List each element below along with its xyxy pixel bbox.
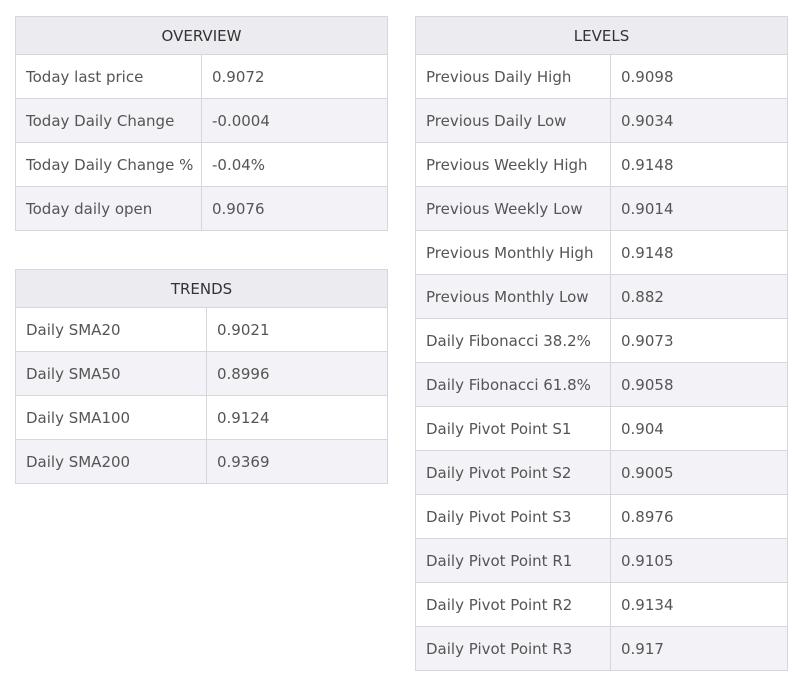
row-value: 0.9369 <box>206 439 388 484</box>
table-row: Previous Daily Low 0.9034 <box>415 98 788 143</box>
levels-table: LEVELS Previous Daily High 0.9098 Previo… <box>415 16 788 671</box>
row-label: Previous Monthly High <box>415 230 611 275</box>
row-label: Daily SMA200 <box>15 439 207 484</box>
table-row: Daily Pivot Point R3 0.917 <box>415 626 788 671</box>
table-row: Daily Pivot Point S1 0.904 <box>415 406 788 451</box>
row-value: 0.904 <box>610 406 788 451</box>
levels-header-row: LEVELS <box>415 16 788 55</box>
row-value: 0.9058 <box>610 362 788 407</box>
row-value: 0.8976 <box>610 494 788 539</box>
row-label: Previous Weekly Low <box>415 186 611 231</box>
row-value: 0.9072 <box>201 54 388 99</box>
row-value: 0.917 <box>610 626 788 671</box>
table-row: Daily SMA100 0.9124 <box>15 395 388 440</box>
table-row: Daily Pivot Point R2 0.9134 <box>415 582 788 627</box>
row-label: Daily Pivot Point S2 <box>415 450 611 495</box>
row-label: Daily Pivot Point R3 <box>415 626 611 671</box>
row-value: 0.9124 <box>206 395 388 440</box>
row-label: Today Daily Change <box>15 98 202 143</box>
row-value: -0.0004 <box>201 98 388 143</box>
table-row: Previous Weekly Low 0.9014 <box>415 186 788 231</box>
table-row: Daily Pivot Point R1 0.9105 <box>415 538 788 583</box>
overview-title: OVERVIEW <box>15 16 388 55</box>
table-row: Daily SMA20 0.9021 <box>15 307 388 352</box>
table-row: Today Daily Change -0.0004 <box>15 98 388 143</box>
row-label: Daily SMA20 <box>15 307 207 352</box>
row-label: Daily Pivot Point S1 <box>415 406 611 451</box>
table-row: Today daily open 0.9076 <box>15 186 388 231</box>
row-label: Today Daily Change % <box>15 142 202 187</box>
trends-title: TRENDS <box>15 269 388 308</box>
row-value: -0.04% <box>201 142 388 187</box>
row-label: Today daily open <box>15 186 202 231</box>
table-row: Daily Pivot Point S2 0.9005 <box>415 450 788 495</box>
row-value: 0.9105 <box>610 538 788 583</box>
row-value: 0.882 <box>610 274 788 319</box>
row-label: Daily Pivot Point R2 <box>415 582 611 627</box>
table-row: Today Daily Change % -0.04% <box>15 142 388 187</box>
row-value: 0.9021 <box>206 307 388 352</box>
row-value: 0.9005 <box>610 450 788 495</box>
table-row: Daily Pivot Point S3 0.8976 <box>415 494 788 539</box>
row-label: Daily Pivot Point R1 <box>415 538 611 583</box>
row-value: 0.9148 <box>610 142 788 187</box>
row-value: 0.9098 <box>610 54 788 99</box>
row-label: Today last price <box>15 54 202 99</box>
row-label: Daily Fibonacci 61.8% <box>415 362 611 407</box>
trends-table: TRENDS Daily SMA20 0.9021 Daily SMA50 0.… <box>15 269 388 484</box>
table-row: Daily Fibonacci 38.2% 0.9073 <box>415 318 788 363</box>
table-row: Previous Weekly High 0.9148 <box>415 142 788 187</box>
row-value: 0.9073 <box>610 318 788 363</box>
table-row: Previous Monthly Low 0.882 <box>415 274 788 319</box>
table-row: Daily Fibonacci 61.8% 0.9058 <box>415 362 788 407</box>
row-value: 0.9014 <box>610 186 788 231</box>
row-label: Previous Daily High <box>415 54 611 99</box>
trends-header-row: TRENDS <box>15 269 388 308</box>
row-label: Daily SMA50 <box>15 351 207 396</box>
table-row: Today last price 0.9072 <box>15 54 388 99</box>
row-value: 0.9148 <box>610 230 788 275</box>
row-value: 0.8996 <box>206 351 388 396</box>
table-row: Previous Monthly High 0.9148 <box>415 230 788 275</box>
row-value: 0.9034 <box>610 98 788 143</box>
row-label: Daily Fibonacci 38.2% <box>415 318 611 363</box>
levels-title: LEVELS <box>415 16 788 55</box>
overview-table: OVERVIEW Today last price 0.9072 Today D… <box>15 16 388 231</box>
table-row: Daily SMA50 0.8996 <box>15 351 388 396</box>
row-label: Previous Weekly High <box>415 142 611 187</box>
row-label: Daily SMA100 <box>15 395 207 440</box>
table-row: Daily SMA200 0.9369 <box>15 439 388 484</box>
row-label: Previous Monthly Low <box>415 274 611 319</box>
row-value: 0.9134 <box>610 582 788 627</box>
row-label: Previous Daily Low <box>415 98 611 143</box>
row-value: 0.9076 <box>201 186 388 231</box>
row-label: Daily Pivot Point S3 <box>415 494 611 539</box>
table-row: Previous Daily High 0.9098 <box>415 54 788 99</box>
overview-header-row: OVERVIEW <box>15 16 388 55</box>
